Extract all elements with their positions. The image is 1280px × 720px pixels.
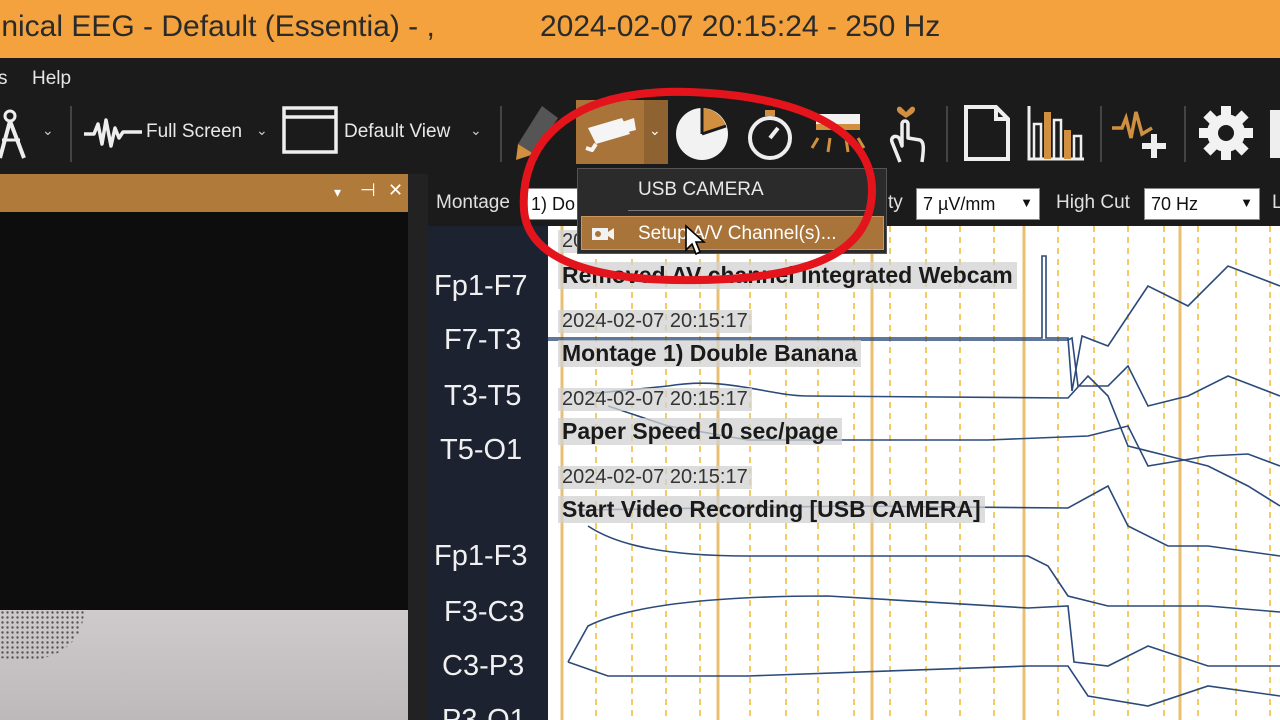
channel-label[interactable]: Fp1-F7 <box>434 270 527 303</box>
event-timestamp: 2024-02-07 20:15:17 <box>558 466 752 489</box>
camera-device-name[interactable]: USB CAMERA <box>638 179 764 201</box>
low-cut-label: L <box>1272 192 1280 213</box>
sensitivity-label: ty <box>888 192 903 213</box>
event-description[interactable]: Removed AV channel Integrated Webcam <box>558 262 1017 289</box>
chevron-down-icon: ▼ <box>1240 195 1253 210</box>
document-icon[interactable] <box>962 104 1012 162</box>
pie-chart-icon[interactable] <box>674 104 732 162</box>
window-icon[interactable] <box>282 106 338 154</box>
camera-button[interactable] <box>576 100 644 164</box>
gear-icon[interactable] <box>1196 104 1256 162</box>
montage-value: 1) Do <box>531 194 576 214</box>
pen-icon[interactable] <box>512 104 568 162</box>
panel-splitter[interactable] <box>408 174 428 720</box>
strobe-icon[interactable] <box>808 108 868 158</box>
sensitivity-select[interactable]: 7 µV/mm ▼ <box>916 188 1040 220</box>
setup-av-channels-label: Setup A/V Channel(s)... <box>638 223 837 244</box>
event-description[interactable]: Montage 1) Double Banana <box>558 340 862 367</box>
title-bar: linical EEG - Default (Essentia) - , 202… <box>0 0 1280 58</box>
channel-label[interactable]: P3-O1 <box>442 704 526 720</box>
camera-dropdown-menu: USB CAMERA Setup A/V Channel(s)... <box>577 168 887 254</box>
channel-label[interactable]: T5-O1 <box>440 434 522 467</box>
channel-label[interactable]: F7-T3 <box>444 324 521 357</box>
event-description[interactable]: Paper Speed 10 sec/page <box>558 418 843 445</box>
toolbar-separator <box>500 106 502 162</box>
chevron-down-icon[interactable]: ⌄ <box>42 122 54 139</box>
event-description[interactable]: Start Video Recording [USB CAMERA] <box>558 496 985 523</box>
video-panel-header: ▾ ⊣ ✕ <box>0 174 412 212</box>
chevron-down-icon: ⌄ <box>649 122 661 138</box>
camera-settings-icon <box>592 228 614 240</box>
montage-label: Montage <box>436 192 510 213</box>
channel-label[interactable]: C3-P3 <box>442 650 524 683</box>
event-timestamp: 2024-02-07 20:15:17 <box>558 388 752 411</box>
menu-item-partial[interactable]: s <box>0 68 8 90</box>
microphone-grille <box>0 610 84 661</box>
high-cut-select[interactable]: 70 Hz ▼ <box>1144 188 1260 220</box>
toolbar: ⌄ Full Screen ⌄ Default View ⌄ ⌄ <box>0 98 1280 170</box>
bar-chart-icon[interactable] <box>1026 104 1086 162</box>
toolbar-separator <box>70 106 72 162</box>
chevron-down-icon: ▼ <box>1020 195 1033 210</box>
waveform-icon[interactable] <box>84 116 142 150</box>
toolbar-separator <box>1184 106 1186 162</box>
channel-label[interactable]: T3-T5 <box>444 380 521 413</box>
toolbar-separator <box>1100 106 1102 162</box>
menu-divider <box>628 210 873 211</box>
mouse-cursor-icon <box>685 224 706 256</box>
montage-select[interactable]: 1) Do <box>524 188 584 220</box>
toolbar-overflow-icon[interactable] <box>1270 110 1280 158</box>
camera-icon <box>585 118 636 152</box>
channel-label[interactable]: F3-C3 <box>444 596 525 629</box>
stopwatch-icon[interactable] <box>744 106 796 162</box>
hand-icon[interactable] <box>884 102 930 164</box>
camera-dropdown-toggle[interactable]: ⌄ <box>644 100 668 164</box>
toolbar-separator <box>946 106 948 162</box>
recording-datetime: 2024-02-07 20:15:24 - 250 Hz <box>540 10 941 43</box>
window-title: linical EEG - Default (Essentia) - , <box>0 10 435 43</box>
sensitivity-value: 7 µV/mm <box>923 194 996 214</box>
menu-bar: s Help <box>0 58 1280 98</box>
compass-icon[interactable] <box>0 106 34 162</box>
default-view-button[interactable]: Default View <box>344 121 450 143</box>
chevron-down-icon[interactable]: ⌄ <box>470 122 482 139</box>
full-screen-button[interactable]: Full Screen <box>146 121 242 143</box>
event-timestamp: 2024-02-07 20:15:17 <box>558 310 752 333</box>
high-cut-value: 70 Hz <box>1151 194 1199 214</box>
channel-label-column: Fp1-F7 F7-T3 T3-T5 T5-O1 Fp1-F3 F3-C3 C3… <box>428 226 548 720</box>
add-waveform-icon[interactable] <box>1112 108 1172 160</box>
video-preview <box>0 610 408 720</box>
high-cut-label: High Cut <box>1056 192 1130 213</box>
panel-menu-icon[interactable]: ▾ <box>334 184 341 201</box>
menu-item-help[interactable]: Help <box>32 68 71 90</box>
channel-label[interactable]: Fp1-F3 <box>434 540 527 573</box>
setup-av-channels-menu-item[interactable]: Setup A/V Channel(s)... <box>581 216 884 250</box>
pin-icon[interactable]: ⊣ <box>360 180 376 201</box>
chevron-down-icon[interactable]: ⌄ <box>256 122 268 139</box>
close-icon[interactable]: ✕ <box>388 180 403 201</box>
